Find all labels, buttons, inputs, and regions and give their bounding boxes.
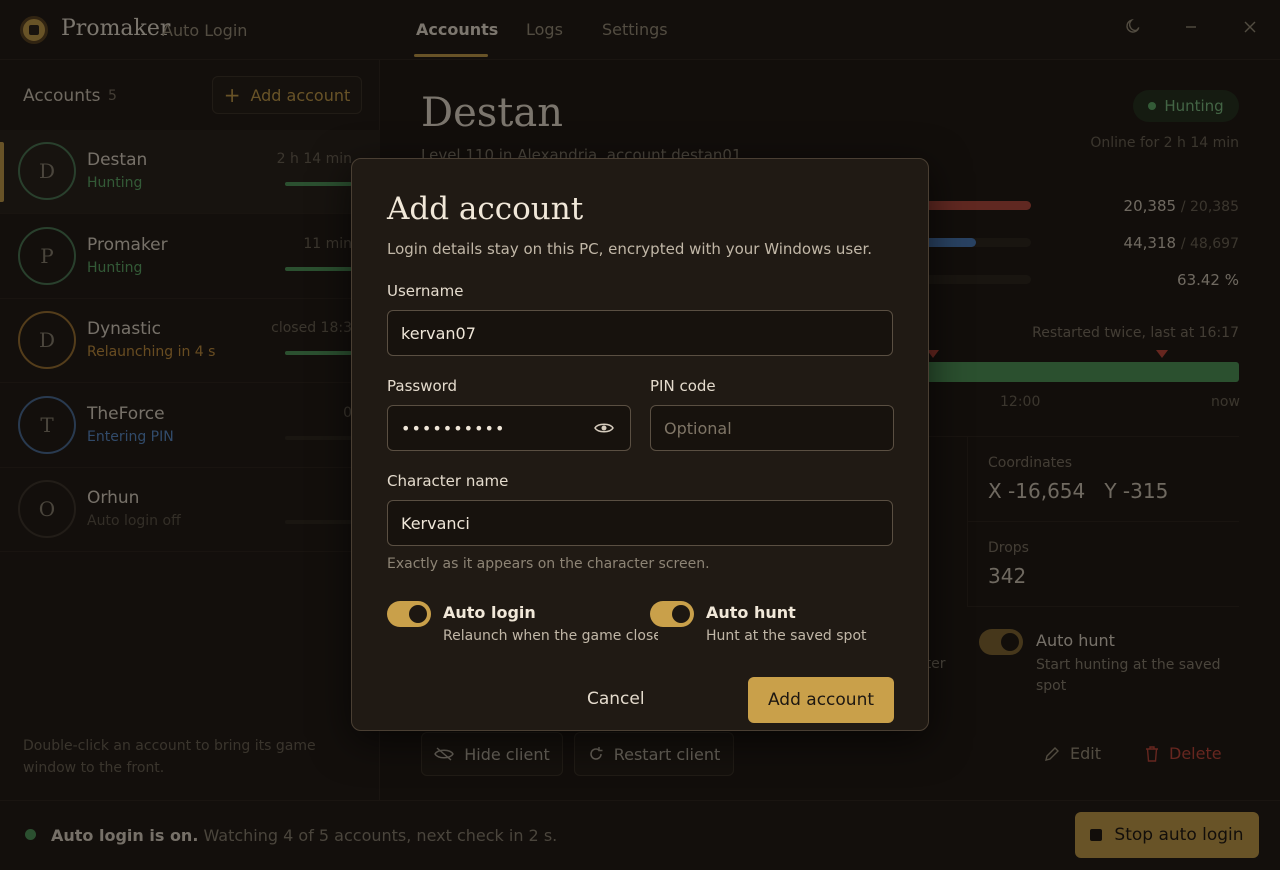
username-label: Username bbox=[387, 282, 464, 300]
auto-login-desc: Relaunch when the game closes bbox=[443, 628, 658, 644]
password-label: Password bbox=[387, 377, 458, 395]
auto-hunt-desc: Hunt at the saved spot bbox=[706, 628, 867, 644]
pin-input[interactable] bbox=[650, 405, 894, 451]
dialog-subtitle: Login details stay on this PC, encrypted… bbox=[387, 240, 873, 258]
show-password-eye-icon[interactable] bbox=[594, 421, 614, 435]
add-account-dialog: Add account Login details stay on this P… bbox=[351, 158, 929, 731]
dialog-title: Add account bbox=[387, 191, 584, 227]
auto-hunt-toggle[interactable] bbox=[650, 601, 694, 627]
cancel-button[interactable]: Cancel bbox=[587, 689, 645, 709]
toggle-knob bbox=[672, 605, 690, 623]
auto-hunt-title: Auto hunt bbox=[706, 603, 796, 622]
app-window: Promaker Auto Login Accounts Logs Settin… bbox=[0, 0, 1280, 870]
auto-login-toggle[interactable] bbox=[387, 601, 431, 627]
auto-login-title: Auto login bbox=[443, 603, 536, 622]
username-input[interactable] bbox=[387, 310, 893, 356]
character-name-label: Character name bbox=[387, 472, 509, 490]
toggle-knob bbox=[409, 605, 427, 623]
character-name-input[interactable] bbox=[387, 500, 893, 546]
add-account-submit-button[interactable]: Add account bbox=[748, 677, 894, 723]
pin-label: PIN code bbox=[650, 377, 716, 395]
character-name-hint: Exactly as it appears on the character s… bbox=[387, 556, 710, 572]
